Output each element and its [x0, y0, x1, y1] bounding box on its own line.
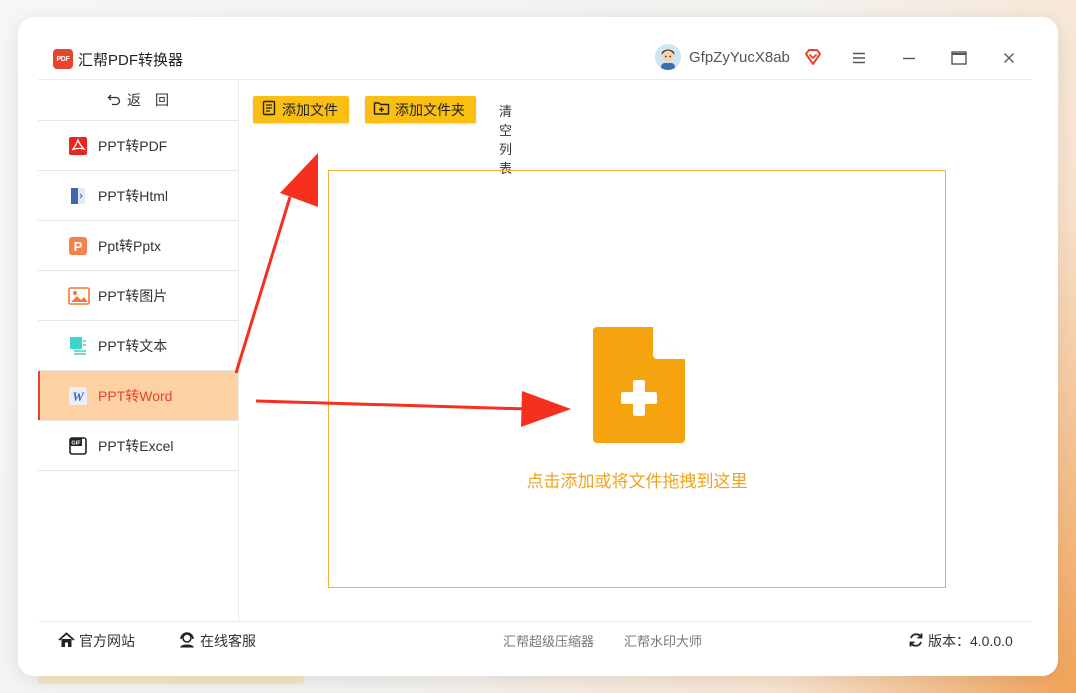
add-file-button[interactable]: 添加文件	[253, 96, 349, 123]
folder-plus-icon	[373, 100, 390, 119]
sidebar-item-ppt-to-pdf[interactable]: PPT转PDF	[38, 120, 238, 170]
sidebar-item-ppt-to-text[interactable]: PPT转文本	[38, 320, 238, 370]
official-website-link[interactable]: 官方网站	[58, 631, 135, 651]
sidebar-list: PPT转PDF PPT转Html P Ppt转Pptx PPT转图片 PPT转文…	[38, 120, 238, 471]
sidebar-item-ppt-to-word[interactable]: W PPT转Word	[38, 370, 238, 420]
home-icon	[58, 631, 75, 651]
sidebar-item-ppt-to-html[interactable]: PPT转Html	[38, 170, 238, 220]
background-decoration	[38, 676, 304, 684]
dropzone-hint: 点击添加或将文件拖拽到这里	[526, 472, 748, 491]
minimize-icon[interactable]	[896, 45, 922, 71]
pptx-icon: P	[68, 236, 88, 256]
image-icon	[68, 286, 90, 306]
add-file-label: 添加文件	[282, 101, 338, 118]
sidebar-item-label: PPT转文本	[98, 337, 168, 354]
username[interactable]: GfpZyYucX8ab	[689, 49, 790, 66]
excel-icon: GIF	[68, 436, 88, 456]
add-folder-button[interactable]: 添加文件夹	[365, 96, 476, 123]
watermark-link[interactable]: 汇帮水印大师	[624, 631, 702, 650]
user-avatar[interactable]	[655, 44, 681, 70]
add-file-icon[interactable]	[593, 327, 685, 443]
service-label: 在线客服	[200, 633, 256, 649]
sidebar-item-ppt-to-pptx[interactable]: P Ppt转Pptx	[38, 220, 238, 270]
refresh-icon	[908, 632, 924, 651]
sidebar: 返 回 PPT转PDF PPT转Html P Ppt转Pptx PPT转图片 P…	[38, 80, 239, 621]
footer: 官方网站 在线客服 汇帮超级压缩器 汇帮水印大师 版本：4.0.0.0	[38, 622, 1032, 656]
menu-icon[interactable]	[846, 45, 872, 71]
file-list-icon	[261, 100, 277, 119]
html-icon	[68, 186, 88, 206]
arrow-to-add-file	[234, 153, 318, 374]
sidebar-item-label: PPT转Word	[98, 387, 173, 404]
vip-diamond-icon[interactable]	[803, 47, 823, 67]
back-button[interactable]: 返 回	[38, 80, 238, 120]
pdf-icon	[68, 136, 88, 156]
compressor-link[interactable]: 汇帮超级压缩器	[503, 631, 594, 650]
app-title: 汇帮PDF转换器	[78, 52, 184, 69]
file-dropzone[interactable]: 点击添加或将文件拖拽到这里	[328, 170, 946, 588]
clear-list-button[interactable]: 清空列表	[499, 101, 512, 177]
word-icon: W	[68, 386, 88, 406]
app-logo-icon: PDF	[53, 49, 73, 69]
svg-text:W: W	[72, 389, 85, 404]
website-label: 官方网站	[79, 633, 135, 649]
app-window: PDF 汇帮PDF转换器 GfpZyYucX8ab 返 回 PPT转PDF PP…	[18, 17, 1058, 676]
version-info[interactable]: 版本：4.0.0.0	[908, 631, 1013, 651]
sidebar-item-label: PPT转Html	[98, 187, 168, 204]
close-icon[interactable]	[996, 45, 1022, 71]
sidebar-item-ppt-to-image[interactable]: PPT转图片	[38, 270, 238, 320]
add-folder-label: 添加文件夹	[395, 101, 465, 118]
sidebar-item-label: PPT转PDF	[98, 137, 168, 154]
sidebar-item-label: Ppt转Pptx	[98, 237, 162, 254]
maximize-icon[interactable]	[946, 45, 972, 71]
titlebar: PDF 汇帮PDF转换器 GfpZyYucX8ab	[38, 39, 1032, 79]
svg-text:GIF: GIF	[71, 440, 81, 446]
sidebar-item-label: PPT转图片	[98, 287, 168, 304]
version-label: 版本：4.0.0.0	[928, 633, 1013, 649]
sidebar-item-label: PPT转Excel	[98, 437, 174, 454]
back-label: 返 回	[127, 92, 169, 108]
sidebar-item-ppt-to-excel[interactable]: GIF PPT转Excel	[38, 420, 238, 471]
svg-text:P: P	[74, 239, 83, 254]
online-service-link[interactable]: 在线客服	[178, 631, 256, 651]
undo-arrow-icon	[107, 92, 121, 109]
support-agent-icon	[178, 631, 196, 651]
text-icon	[68, 336, 88, 356]
